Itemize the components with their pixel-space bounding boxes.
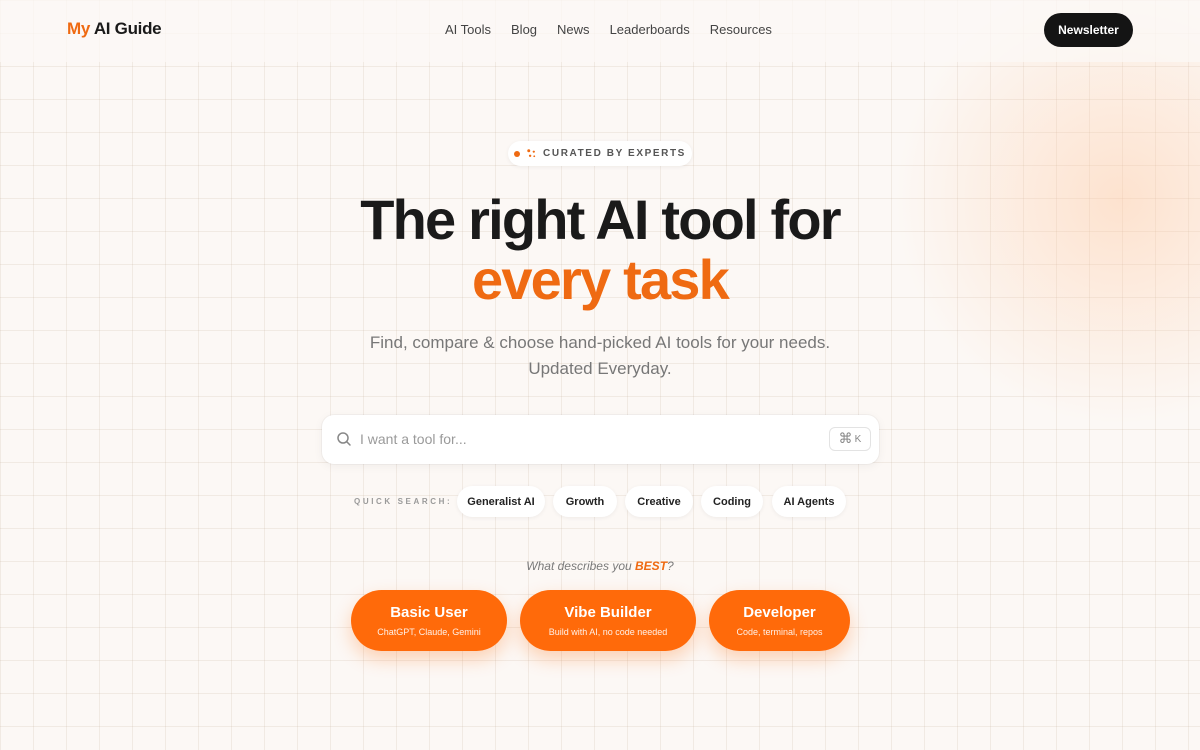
search-bar[interactable]: ⌘ K <box>322 415 879 464</box>
logo-text: AI Guide <box>90 19 162 38</box>
shortcut-key: K <box>854 433 862 445</box>
top-nav: My AI Guide AI Tools Blog News Leaderboa… <box>0 0 1200 62</box>
quick-chip-coding[interactable]: Coding <box>701 486 763 517</box>
persona-question: What describes you BEST? <box>0 559 1200 573</box>
headline-line-1: The right AI tool for <box>360 188 841 251</box>
persona-vibe-builder-button[interactable]: Vibe Builder Build with AI, no code need… <box>520 590 696 651</box>
persona-basic-user-button[interactable]: Basic User ChatGPT, Claude, Gemini <box>351 590 507 651</box>
nav-link-news[interactable]: News <box>557 22 590 37</box>
command-key-icon: ⌘ <box>838 431 853 447</box>
site-logo[interactable]: My AI Guide <box>67 19 162 39</box>
persona-question-suffix: ? <box>667 559 674 573</box>
nav-links: AI Tools Blog News Leaderboards Resource… <box>445 22 772 37</box>
hero-subtitle: Find, compare & choose hand-picked AI to… <box>0 330 1200 382</box>
nav-link-resources[interactable]: Resources <box>710 22 772 37</box>
badge-text: CURATED BY EXPERTS <box>543 148 686 159</box>
nav-link-leaderboards[interactable]: Leaderboards <box>610 22 690 37</box>
search-input[interactable] <box>360 427 800 451</box>
subtitle-line-2: Updated Everyday. <box>528 359 672 378</box>
headline-line-2: every task <box>471 248 730 311</box>
persona-subtitle: Code, terminal, repos <box>736 627 823 637</box>
persona-subtitle: Build with AI, no code needed <box>548 627 668 637</box>
curated-badge: CURATED BY EXPERTS <box>508 141 692 166</box>
persona-title: Basic User <box>390 604 468 621</box>
hero-headline: The right AI tool for every task <box>0 190 1200 310</box>
keyboard-shortcut-badge: ⌘ K <box>829 427 871 451</box>
persona-subtitle: ChatGPT, Claude, Gemini <box>377 627 481 637</box>
quick-chip-creative[interactable]: Creative <box>625 486 693 517</box>
quick-search-label: QUICK SEARCH: <box>354 497 453 506</box>
logo-accent: My <box>67 19 91 38</box>
search-icon <box>336 431 352 447</box>
quick-chip-ai-agents[interactable]: AI Agents <box>772 486 846 517</box>
persona-title: Developer <box>743 604 816 621</box>
quick-chip-growth[interactable]: Growth <box>553 486 617 517</box>
persona-developer-button[interactable]: Developer Code, terminal, repos <box>709 590 850 651</box>
nav-link-blog[interactable]: Blog <box>511 22 537 37</box>
quick-chip-generalist-ai[interactable]: Generalist AI <box>457 486 545 517</box>
persona-question-prefix: What describes you <box>526 559 632 573</box>
newsletter-button[interactable]: Newsletter <box>1044 13 1133 47</box>
sparkle-icon <box>526 148 537 159</box>
persona-title: Vibe Builder <box>564 604 652 621</box>
nav-link-ai-tools[interactable]: AI Tools <box>445 22 491 37</box>
persona-question-emphasis: BEST <box>635 559 668 573</box>
badge-dot <box>514 150 521 157</box>
subtitle-line-1: Find, compare & choose hand-picked AI to… <box>369 333 831 352</box>
